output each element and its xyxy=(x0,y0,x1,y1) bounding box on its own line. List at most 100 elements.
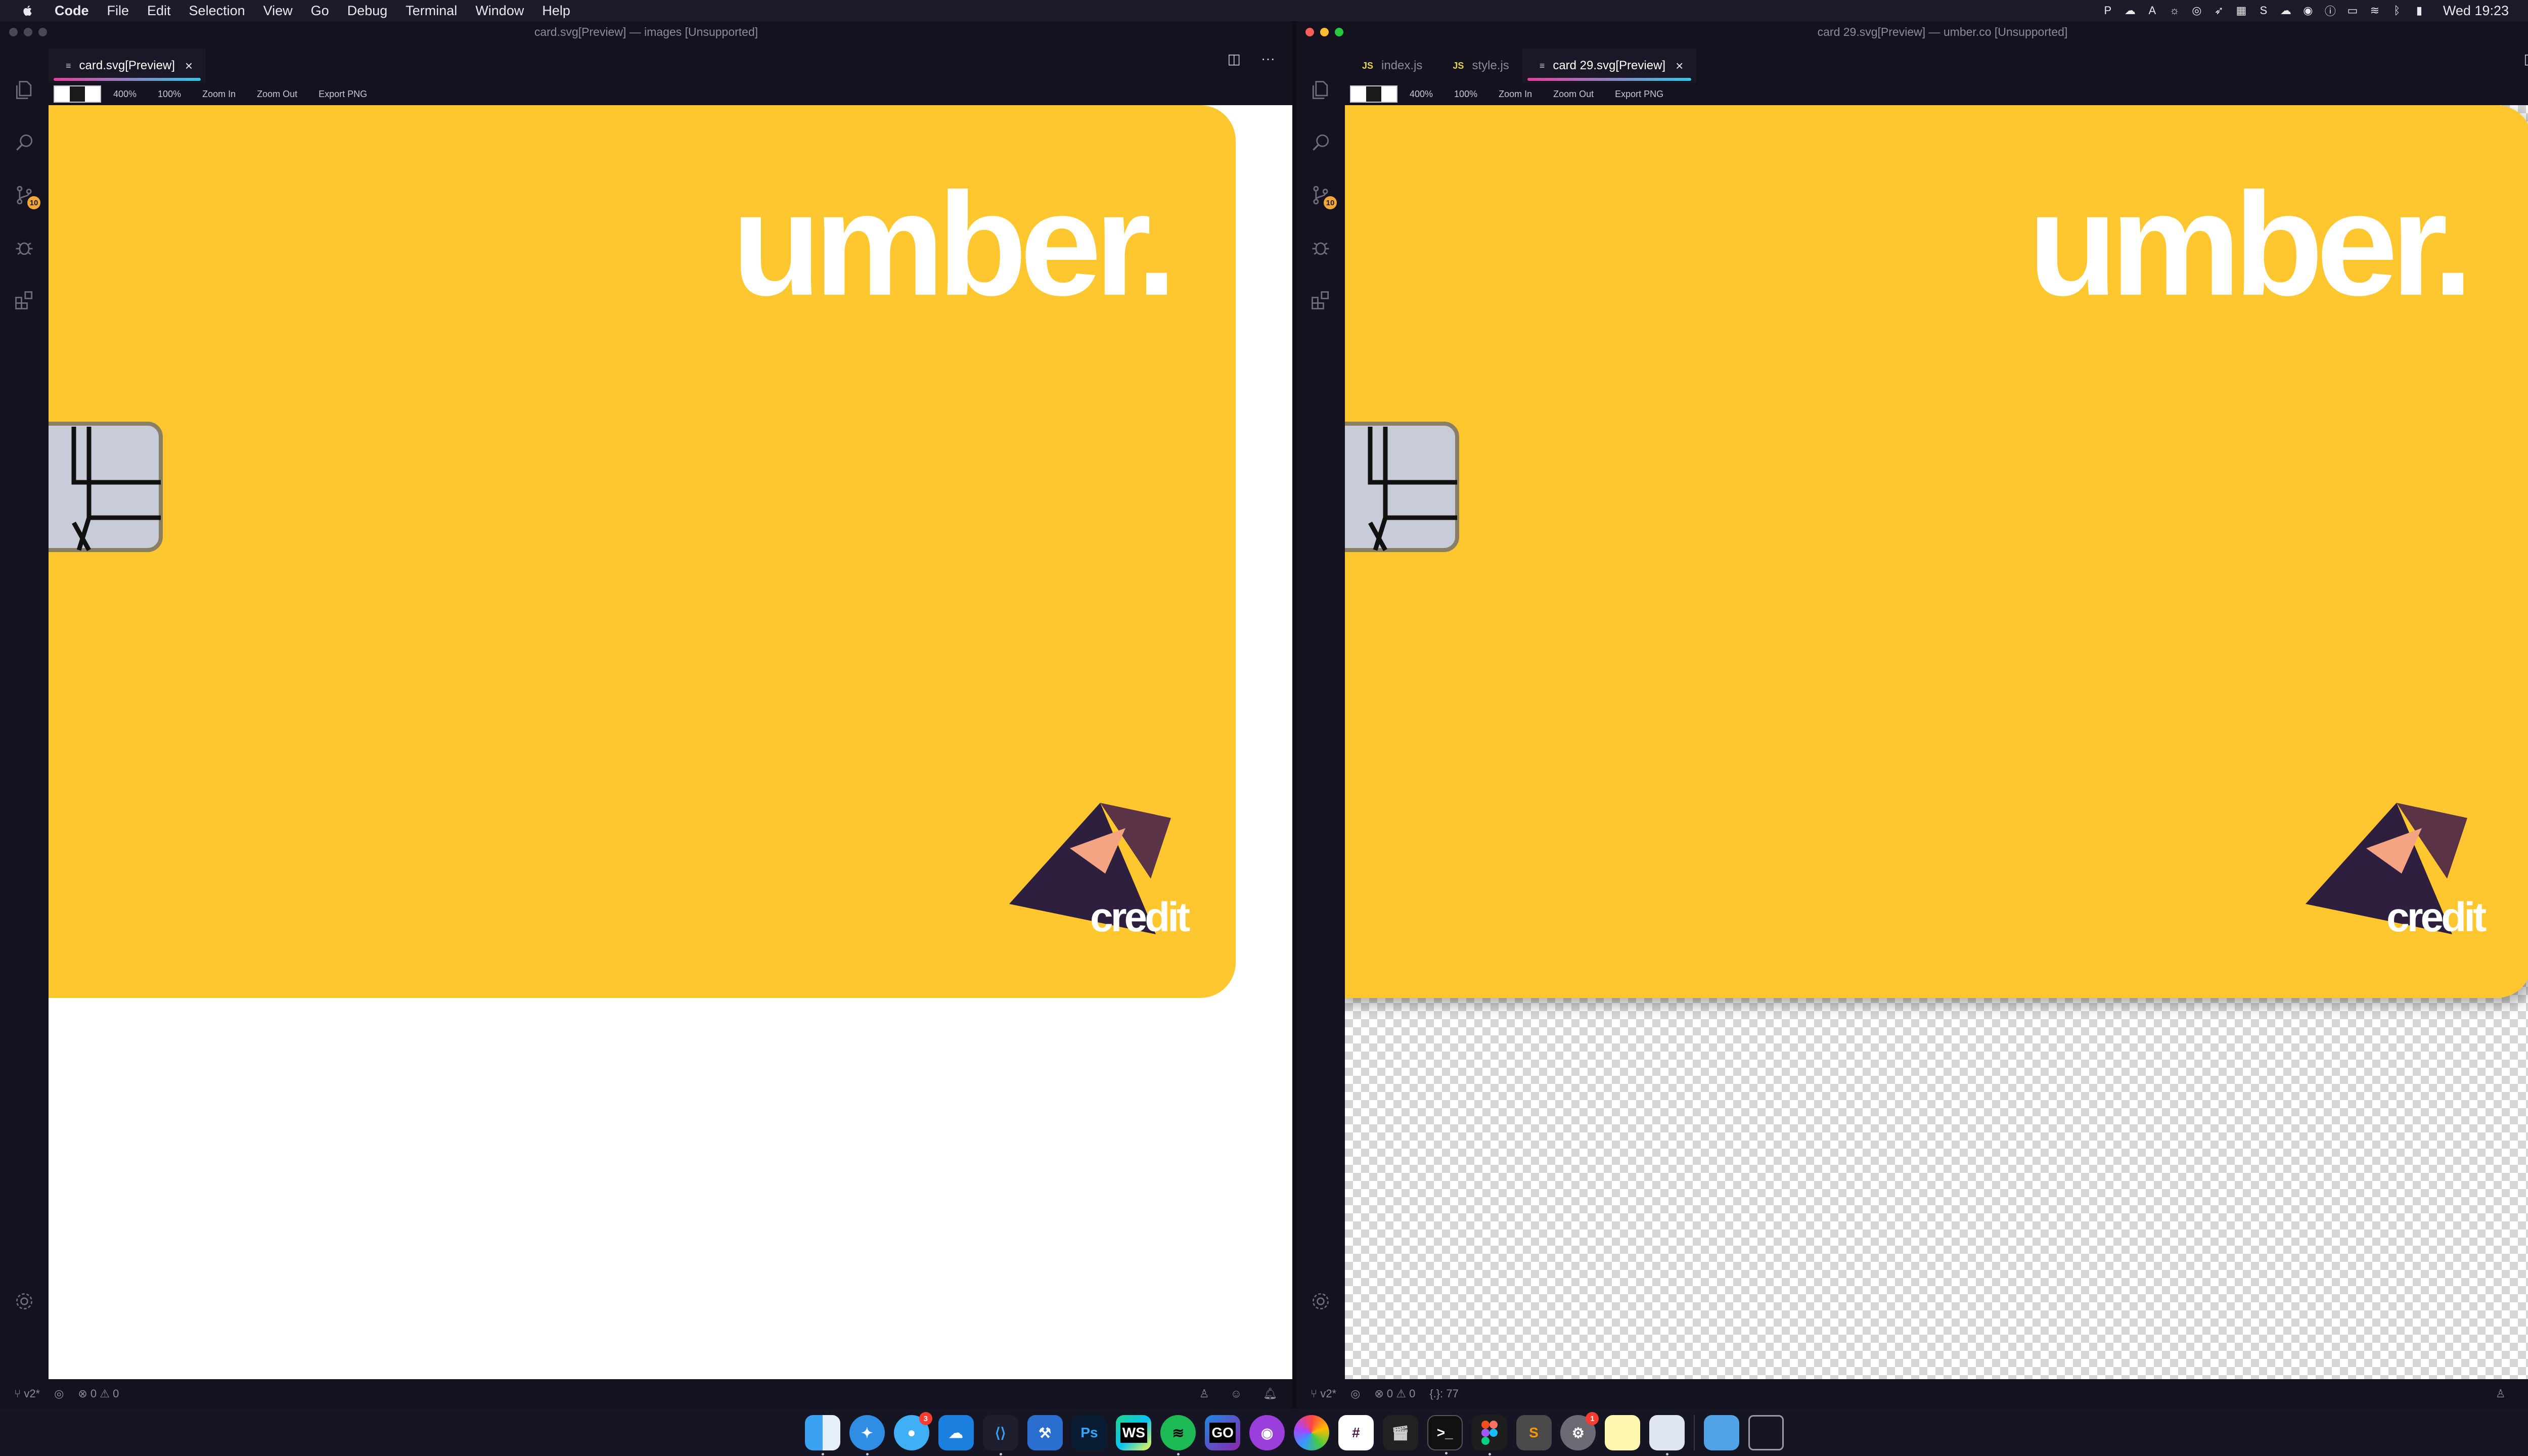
parking-icon[interactable]: P xyxy=(2102,4,2113,17)
zoom-400-button[interactable]: 400% xyxy=(1410,89,1433,100)
figma-icon[interactable] xyxy=(1471,1415,1507,1455)
menu-edit[interactable]: Edit xyxy=(147,3,171,19)
creative-cloud-icon[interactable]: ☁ xyxy=(2125,4,2136,17)
minimize-window-button[interactable] xyxy=(24,28,32,36)
explorer-icon[interactable] xyxy=(1310,79,1332,101)
export-png-button[interactable]: Export PNG xyxy=(319,89,367,100)
split-editor-icon[interactable]: ◫ xyxy=(1228,51,1241,67)
webstorm-icon[interactable]: WS xyxy=(1116,1415,1152,1450)
git-branch[interactable]: ⑂ v2* xyxy=(1311,1387,1336,1400)
menu-window[interactable]: Window xyxy=(475,3,524,19)
safari-icon[interactable]: ✦ xyxy=(849,1415,885,1455)
source-control-icon[interactable]: 10 xyxy=(1310,184,1337,209)
zoom-window-button[interactable] xyxy=(1335,28,1343,36)
swatch-transparent[interactable] xyxy=(1381,86,1396,102)
brightness-icon[interactable]: ☼ xyxy=(2169,4,2180,17)
menu-selection[interactable]: Selection xyxy=(189,3,245,19)
menu-terminal[interactable]: Terminal xyxy=(405,3,457,19)
zoom-out-button[interactable]: Zoom Out xyxy=(1553,89,1594,100)
grid-icon[interactable]: ▦ xyxy=(2236,4,2247,17)
swatch-transparent[interactable] xyxy=(85,86,100,102)
zoom-100-button[interactable]: 100% xyxy=(1454,89,1477,100)
extensions-icon[interactable] xyxy=(13,289,35,311)
zoom-400-button[interactable]: 400% xyxy=(113,89,137,100)
search-icon[interactable] xyxy=(13,131,35,154)
podcasts-icon[interactable]: ◉ xyxy=(1249,1415,1285,1450)
search-icon[interactable] xyxy=(1310,131,1332,154)
sublime-icon[interactable]: S xyxy=(1516,1415,1552,1450)
tab-style-js[interactable]: JS style.js xyxy=(1435,49,1522,83)
final-cut-icon[interactable]: 🎬︎ xyxy=(1382,1415,1418,1450)
minimize-window-button[interactable] xyxy=(1320,28,1329,36)
live-share-icon[interactable]: ◎ xyxy=(54,1387,64,1400)
svg-preview-canvas[interactable]: umber. credit xyxy=(1345,105,2528,1379)
sync-icon[interactable]: ◎ xyxy=(2191,4,2202,17)
menu-view[interactable]: View xyxy=(263,3,293,19)
cloud-status-icon[interactable]: ☁ xyxy=(2280,4,2291,17)
problems-indicator[interactable]: ⊗ 0 ⚠ 0 xyxy=(78,1387,119,1400)
menu-help[interactable]: Help xyxy=(542,3,570,19)
airplay-icon[interactable]: ▭ xyxy=(2347,4,2358,17)
swatch-white[interactable] xyxy=(55,86,70,102)
zoom-out-button[interactable]: Zoom Out xyxy=(257,89,297,100)
photoshop-icon[interactable]: Ps xyxy=(1071,1415,1107,1450)
preview-icon[interactable] xyxy=(1649,1415,1685,1455)
split-editor-icon[interactable]: ◫ xyxy=(2524,51,2528,67)
goland-icon[interactable]: GO xyxy=(1205,1415,1241,1450)
person-icon[interactable]: ♙ xyxy=(2496,1387,2506,1400)
wifi-icon[interactable]: ≋ xyxy=(2369,4,2380,17)
finder-icon[interactable] xyxy=(805,1415,840,1455)
zoom-in-button[interactable]: Zoom In xyxy=(1499,89,1532,100)
skype-icon[interactable]: S xyxy=(2258,4,2269,17)
export-png-button[interactable]: Export PNG xyxy=(1615,89,1663,100)
spotify-icon[interactable]: ≋ xyxy=(1160,1415,1196,1455)
downloads-folder-icon[interactable] xyxy=(1704,1415,1740,1450)
close-window-button[interactable] xyxy=(9,28,18,36)
debug-icon[interactable] xyxy=(13,237,35,259)
close-tab-icon[interactable]: × xyxy=(1676,58,1683,74)
source-control-icon[interactable]: 10 xyxy=(13,184,40,209)
rocket-icon[interactable]: ➶ xyxy=(2214,4,2225,17)
trash-icon[interactable] xyxy=(1748,1415,1784,1450)
menu-go[interactable]: Go xyxy=(311,3,329,19)
menu-debug[interactable]: Debug xyxy=(347,3,388,19)
settings-gear-icon[interactable] xyxy=(1310,1290,1332,1312)
swatch-dark[interactable] xyxy=(70,86,85,102)
explorer-icon[interactable] xyxy=(13,79,35,101)
feedback-icon[interactable]: ☺ xyxy=(1231,1387,1242,1400)
menu-file[interactable]: File xyxy=(107,3,129,19)
tab-index-js[interactable]: JS index.js xyxy=(1345,49,1435,83)
cloud-icon[interactable]: ☁ xyxy=(938,1415,974,1450)
photos-icon[interactable] xyxy=(1293,1415,1329,1450)
menu-app-name[interactable]: Code xyxy=(55,3,89,19)
swatch-white[interactable] xyxy=(1351,86,1366,102)
more-actions-icon[interactable]: ··· xyxy=(1261,51,1275,67)
person-icon[interactable]: ♙ xyxy=(1199,1387,1209,1400)
adobe-icon[interactable]: A xyxy=(2147,4,2158,17)
close-tab-icon[interactable]: × xyxy=(185,58,193,74)
apple-menu-icon[interactable] xyxy=(21,4,34,17)
tab-card-svg-preview[interactable]: ≡ card.svg[Preview] × xyxy=(49,49,206,83)
zoom-in-button[interactable]: Zoom In xyxy=(202,89,236,100)
system-prefs-icon[interactable]: ⚙ 1 xyxy=(1560,1412,1599,1450)
menu-clock[interactable]: Wed 19:23 xyxy=(2443,3,2509,19)
problems-indicator[interactable]: ⊗ 0 ⚠ 0 xyxy=(1374,1387,1415,1400)
terminal-icon[interactable]: >_ xyxy=(1427,1415,1463,1454)
slack-icon[interactable]: # xyxy=(1338,1415,1374,1450)
notifications-bell-icon[interactable]: 🔔︎ xyxy=(1263,1387,1277,1400)
git-branch[interactable]: ⑂ v2* xyxy=(14,1387,40,1400)
swatch-dark[interactable] xyxy=(1366,86,1381,102)
bluetooth-icon[interactable]: ᛒ xyxy=(2391,4,2403,17)
live-share-icon[interactable]: ◎ xyxy=(1350,1387,1360,1400)
xcode-icon[interactable]: ⚒ xyxy=(1027,1415,1063,1450)
settings-gear-icon[interactable] xyxy=(13,1290,35,1312)
vpn-icon[interactable]: ◉ xyxy=(2303,4,2314,17)
tab-card-29-svg-preview[interactable]: ≡ card 29.svg[Preview] × xyxy=(1522,49,1697,83)
close-window-button[interactable] xyxy=(1305,28,1314,36)
info-icon[interactable]: ⓘ xyxy=(2325,5,2336,18)
zoom-window-button[interactable] xyxy=(38,28,47,36)
messages-icon[interactable]: ● 3 xyxy=(893,1412,932,1450)
selection-indicator[interactable]: {.}: 77 xyxy=(1429,1387,1459,1400)
extensions-icon[interactable] xyxy=(1310,289,1332,311)
debug-icon[interactable] xyxy=(1310,237,1332,259)
